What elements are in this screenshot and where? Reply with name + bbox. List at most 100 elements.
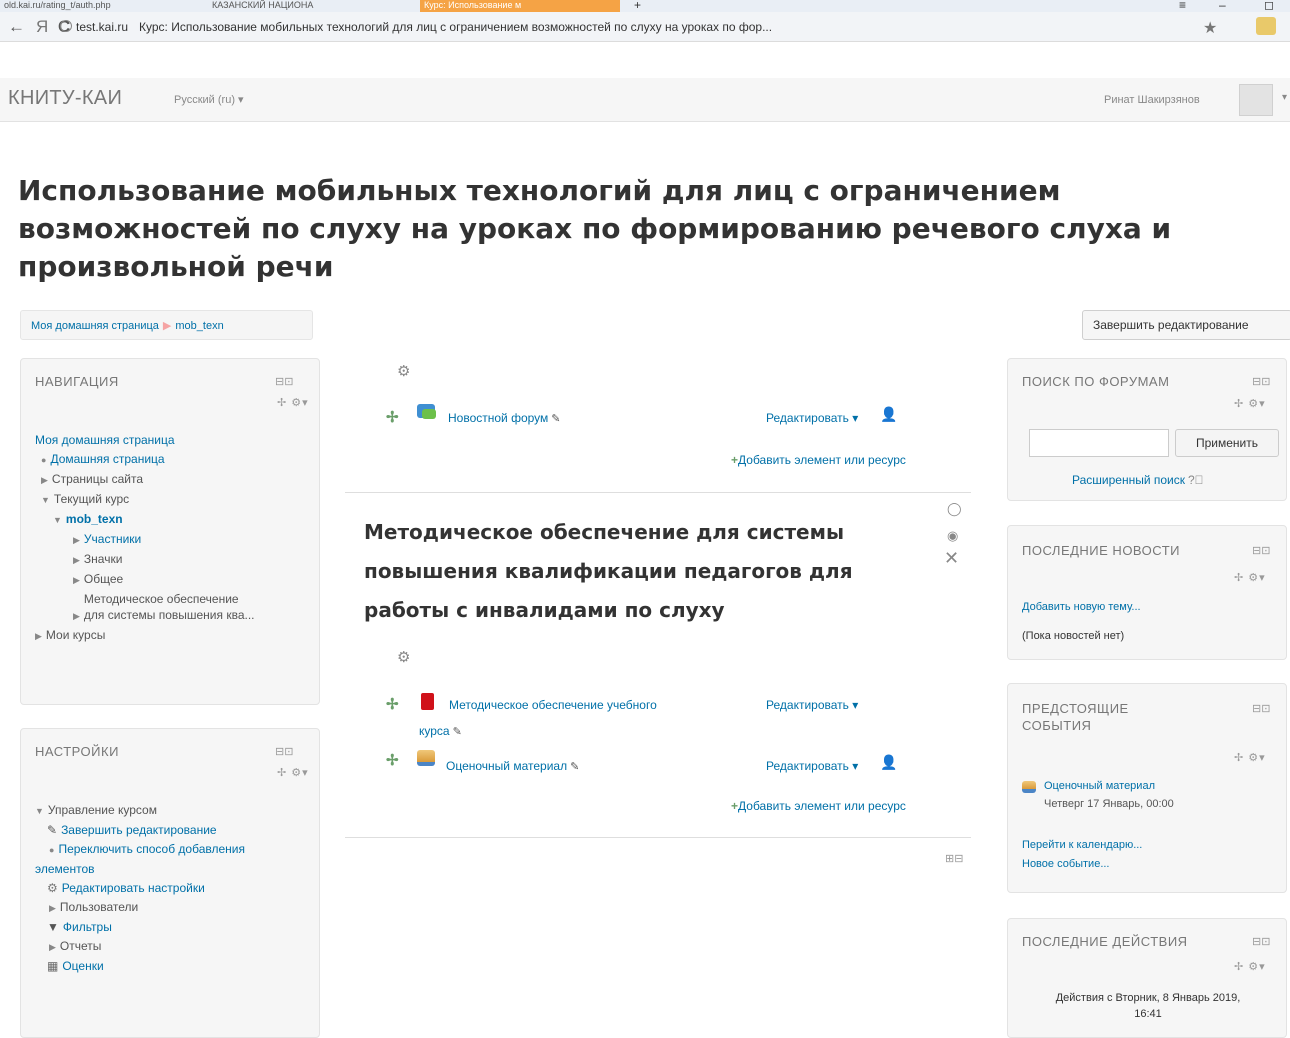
nav-section-methodical[interactable]: Методическое обеспечение [84, 592, 239, 606]
new-event-link[interactable]: Новое событие... [1022, 858, 1110, 870]
browser-tab-active[interactable]: Курс: Использование м [420, 0, 620, 12]
triangle-right-icon[interactable]: ▶ [73, 535, 80, 545]
dock-icon[interactable]: ⊟⊡ [275, 745, 293, 758]
add-activity-link[interactable]: +Добавить элемент или ресурс [731, 799, 906, 813]
activity-methodical-file-cont[interactable]: курса ✎ [419, 724, 462, 738]
move-icon[interactable]: ✢ [386, 408, 399, 426]
add-section-icon[interactable]: ⊞⊟ [945, 852, 963, 865]
edit-menu[interactable]: Редактировать ▾ [766, 698, 858, 712]
settings-filters[interactable]: Фильтры [63, 920, 112, 934]
block-controls-icon[interactable]: ✢ ⚙▾ [1234, 751, 1266, 764]
new-tab-button[interactable]: + [630, 0, 650, 12]
settings-users[interactable]: Пользователи [60, 900, 138, 914]
minimize-icon[interactable]: – [1215, 0, 1235, 12]
extension-icon[interactable] [1256, 17, 1276, 35]
block-controls-icon[interactable]: ✢ ⚙▾ [1234, 960, 1266, 973]
settings-course-admin[interactable]: Управление курсом [48, 803, 157, 817]
eye-icon[interactable]: ◉ [947, 528, 958, 544]
dock-icon[interactable]: ⊟⊡ [1252, 544, 1270, 557]
chevron-down-icon[interactable]: ▾ [1282, 92, 1287, 103]
avatar[interactable] [1239, 84, 1273, 116]
triangle-right-icon[interactable]: ▶ [73, 611, 80, 621]
site-header: КНИТУ-КАИ Русский (ru) ▾ Ринат Шакирзяно… [0, 78, 1290, 122]
settings-reports[interactable]: Отчеты [60, 939, 101, 953]
dock-icon[interactable]: ⊟⊡ [1252, 375, 1270, 388]
block-controls-icon[interactable]: ✢ ⚙▾ [1234, 397, 1266, 410]
language-menu[interactable]: Русский (ru) ▾ [174, 93, 244, 106]
triangle-right-icon[interactable]: ▶ [41, 475, 48, 485]
pdf-icon [421, 693, 434, 710]
yandex-icon[interactable]: Я [36, 17, 48, 37]
pencil-icon[interactable]: ✎ [551, 413, 560, 425]
dock-icon[interactable]: ⊟⊡ [1252, 935, 1270, 948]
pencil-icon[interactable]: ✎ [570, 761, 579, 773]
pencil-icon[interactable]: ✎ [453, 726, 462, 738]
edit-menu[interactable]: Редактировать ▾ [766, 759, 858, 773]
breadcrumb-course[interactable]: mob_texn [175, 320, 223, 332]
advanced-search-link[interactable]: Расширенный поиск ?⃝ [1072, 473, 1204, 487]
move-icon[interactable]: ✢ [386, 751, 399, 769]
nav-home[interactable]: Домашняя страница [50, 452, 164, 466]
triangle-down-icon[interactable]: ▼ [41, 495, 50, 505]
assignment-icon [1022, 781, 1036, 793]
activity-methodical-file[interactable]: Методическое обеспечение учебного [449, 698, 657, 712]
settings-edit-settings[interactable]: Редактировать настройки [62, 881, 205, 895]
triangle-down-icon[interactable]: ▼ [53, 515, 62, 525]
block-title: ПОИСК ПО ФОРУМАМ [1022, 374, 1170, 389]
add-news-topic-link[interactable]: Добавить новую тему... [1022, 601, 1141, 613]
triangle-right-icon[interactable]: ▶ [49, 903, 56, 913]
breadcrumb-home[interactable]: Моя домашняя страница [31, 320, 159, 332]
nav-current-course[interactable]: Текущий курс [54, 492, 129, 506]
finish-editing-button[interactable]: Завершить редактирование [1082, 310, 1290, 340]
settings-switch-add-mode[interactable]: Переключить способ добавления [58, 842, 245, 856]
user-icon[interactable]: 👤 [880, 406, 897, 423]
nav-badges[interactable]: Значки [84, 552, 123, 566]
edit-menu[interactable]: Редактировать ▾ [766, 411, 858, 425]
nav-section-methodical-cont[interactable]: для системы повышения ква... [84, 608, 255, 622]
site-brand[interactable]: КНИТУ-КАИ [8, 87, 122, 110]
gear-icon[interactable]: ⚙ [397, 648, 410, 666]
settings-finish-editing[interactable]: Завершить редактирование [61, 823, 217, 837]
user-name[interactable]: Ринат Шакирзянов [1104, 94, 1200, 106]
gear-icon[interactable]: ⚙ [397, 362, 410, 380]
block-controls-icon[interactable]: ✢ ⚙▾ [277, 396, 309, 409]
nav-site-pages[interactable]: Страницы сайта [52, 472, 143, 486]
triangle-right-icon[interactable]: ▶ [35, 631, 42, 641]
forum-search-input[interactable] [1029, 429, 1169, 457]
nav-participants[interactable]: Участники [84, 532, 141, 546]
maximize-icon[interactable]: ◻ [1260, 0, 1280, 12]
url-page-title[interactable]: Курс: Использование мобильных технологий… [139, 20, 772, 34]
block-controls-icon[interactable]: ✢ ⚙▾ [1234, 571, 1266, 584]
highlight-icon[interactable]: ◯ [947, 501, 962, 517]
dock-icon[interactable]: ⊟⊡ [275, 375, 293, 388]
user-icon[interactable]: 👤 [880, 754, 897, 771]
triangle-right-icon[interactable]: ▶ [73, 575, 80, 585]
event-link[interactable]: Оценочный материал [1044, 780, 1155, 792]
nav-my-home[interactable]: Моя домашняя страница [35, 433, 175, 447]
settings-tree: ▼ Управление курсом ✎ Завершить редактиров… [35, 801, 245, 976]
move-icon[interactable]: ✢ [386, 695, 399, 713]
nav-my-courses[interactable]: Мои курсы [46, 628, 105, 642]
bookmark-star-icon[interactable]: ★ [1203, 18, 1217, 38]
url-host[interactable]: test.kai.ru [76, 20, 128, 34]
block-controls-icon[interactable]: ✢ ⚙▾ [277, 766, 309, 779]
triangle-right-icon[interactable]: ▶ [73, 555, 80, 565]
add-activity-link[interactable]: +Добавить элемент или ресурс [731, 453, 906, 467]
browser-tab[interactable]: old.kai.ru/rating_t/auth.php [0, 0, 200, 12]
settings-switch-add-mode-cont[interactable]: элементов [35, 862, 95, 876]
back-arrow-icon[interactable]: ← [8, 17, 25, 37]
calendar-link[interactable]: Перейти к календарю... [1022, 839, 1142, 851]
triangle-right-icon[interactable]: ▶ [49, 942, 56, 952]
dock-icon[interactable]: ⊟⊡ [1252, 702, 1270, 715]
nav-course-mob-texn[interactable]: mob_texn [66, 512, 123, 526]
browser-tab[interactable]: КАЗАНСКИЙ НАЦИОНА [208, 0, 408, 12]
help-icon[interactable]: ?⃝ [1188, 473, 1204, 487]
nav-general[interactable]: Общее [84, 572, 123, 586]
menu-icon[interactable]: ≡ [1175, 0, 1195, 12]
close-icon[interactable]: ✕ [944, 548, 959, 569]
activity-assessment[interactable]: Оценочный материал ✎ [446, 759, 579, 773]
triangle-down-icon[interactable]: ▼ [35, 806, 44, 816]
apply-button[interactable]: Применить [1175, 429, 1279, 457]
settings-grades[interactable]: Оценки [62, 959, 103, 973]
activity-news-forum[interactable]: Новостной форум ✎ [448, 411, 561, 425]
